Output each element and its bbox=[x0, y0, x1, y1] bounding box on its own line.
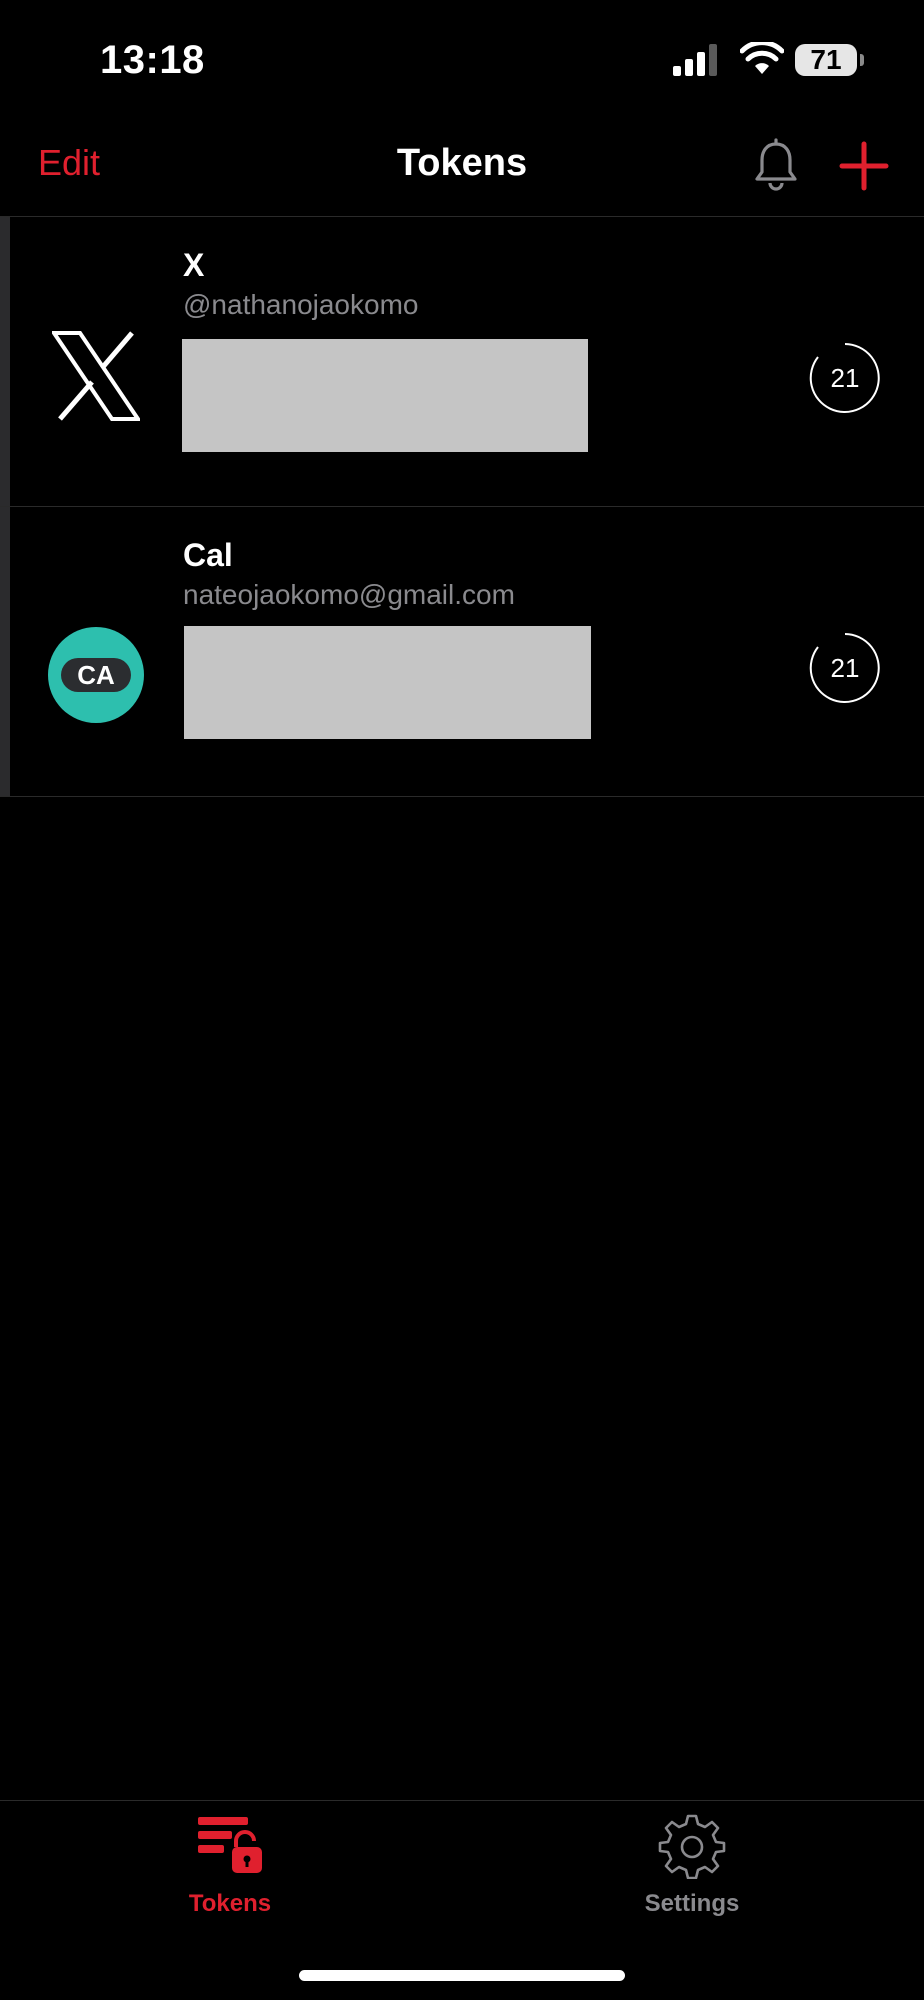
tab-settings[interactable]: Settings bbox=[592, 1813, 792, 1918]
countdown-timer: 21 bbox=[808, 631, 882, 705]
countdown-value: 21 bbox=[830, 653, 860, 683]
countdown-timer: 21 bbox=[808, 341, 882, 415]
bell-icon[interactable] bbox=[752, 138, 800, 192]
token-issuer: Cal bbox=[183, 537, 233, 573]
token-row-x[interactable]: X @nathanojaokomo 21 bbox=[0, 217, 924, 507]
home-indicator[interactable] bbox=[299, 1970, 625, 1981]
token-code-redacted[interactable] bbox=[184, 626, 591, 739]
battery-cap bbox=[860, 54, 864, 66]
gear-icon bbox=[658, 1814, 726, 1880]
row-accent bbox=[0, 217, 10, 506]
token-account: @nathanojaokomo bbox=[183, 289, 419, 320]
navigation-bar: Edit Tokens bbox=[0, 120, 924, 217]
status-bar: 13:18 71 bbox=[0, 0, 924, 120]
add-token-button[interactable] bbox=[838, 140, 890, 192]
token-row-cal[interactable]: CA Cal nateojaokomo@gmail.com 21 bbox=[0, 507, 924, 797]
tokens-lock-icon bbox=[198, 1817, 262, 1873]
tab-tokens-label: Tokens bbox=[188, 1890, 272, 1917]
status-time: 13:18 bbox=[100, 38, 205, 82]
tab-settings-label: Settings bbox=[644, 1890, 740, 1917]
cellular-signal-icon bbox=[673, 44, 717, 76]
avatar-initials: CA bbox=[61, 658, 131, 692]
avatar: CA bbox=[48, 627, 144, 723]
wifi-icon bbox=[740, 42, 784, 74]
battery-indicator: 71 bbox=[795, 44, 857, 76]
x-logo-icon bbox=[52, 331, 140, 421]
token-issuer: X bbox=[183, 247, 205, 283]
token-list: X @nathanojaokomo 21 CA Cal nateojaokomo… bbox=[0, 217, 924, 797]
tab-tokens[interactable]: Tokens bbox=[130, 1813, 330, 1918]
token-account: nateojaokomo@gmail.com bbox=[183, 579, 515, 610]
row-accent bbox=[0, 507, 10, 796]
countdown-value: 21 bbox=[830, 363, 860, 393]
token-code-redacted[interactable] bbox=[182, 339, 588, 452]
